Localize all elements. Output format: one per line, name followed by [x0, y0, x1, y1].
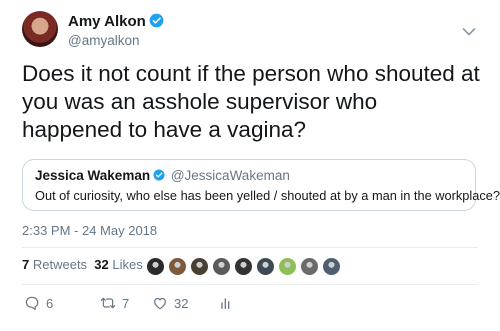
verified-badge-icon [153, 169, 165, 181]
quoted-tweet[interactable]: Jessica Wakeman @JessicaWakeman Out of c… [22, 159, 500, 211]
tweet-timestamp[interactable]: 2:33 PM - 24 May 2018 [22, 223, 157, 238]
quoted-tweet-text: Out of curiosity, who else has been yell… [35, 188, 500, 203]
retweet-icon [100, 297, 116, 309]
author-name-row[interactable]: Amy Alkon [68, 13, 164, 30]
retweets-stat[interactable]: 7 Retweets [22, 257, 87, 272]
chevron-down-icon[interactable] [462, 27, 476, 37]
analytics-icon [221, 298, 230, 309]
quoted-author-name[interactable]: Jessica Wakeman [35, 168, 150, 183]
liker-avatar[interactable] [212, 257, 231, 276]
author-avatar[interactable] [22, 11, 58, 47]
liker-avatar[interactable] [146, 257, 165, 276]
like-button[interactable]: 32 [152, 293, 188, 313]
analytics-button[interactable] [218, 293, 234, 313]
liker-avatar[interactable] [168, 257, 187, 276]
liker-avatar[interactable] [322, 257, 341, 276]
engagement-stats: 7 Retweets 32 Likes [22, 257, 143, 279]
author-name[interactable]: Amy Alkon [68, 13, 146, 30]
liker-avatar[interactable] [190, 257, 209, 276]
heart-icon [154, 297, 166, 310]
retweet-button[interactable]: 7 [100, 293, 129, 313]
retweets-count: 7 [22, 257, 30, 272]
tweet-actions: 6 7 32 [22, 293, 478, 317]
divider [22, 247, 478, 248]
tweet-header: Amy Alkon @amyalkon [22, 11, 482, 55]
likes-count: 32 [94, 257, 109, 272]
liker-avatar[interactable] [300, 257, 319, 276]
divider [22, 284, 478, 285]
quoted-author-handle[interactable]: @JessicaWakeman [171, 168, 290, 183]
tweet-text: Does it not count if the person who shou… [22, 61, 480, 142]
retweets-label: Retweets [32, 257, 88, 272]
reply-icon [25, 296, 39, 310]
liker-avatar[interactable] [278, 257, 297, 276]
reply-count: 6 [46, 295, 54, 311]
liker-avatar[interactable] [234, 257, 253, 276]
like-count: 32 [174, 295, 189, 311]
reply-button[interactable]: 6 [24, 293, 53, 313]
verified-badge-icon [149, 13, 164, 28]
liker-avatar[interactable] [256, 257, 275, 276]
quoted-tweet-header: Jessica Wakeman @JessicaWakeman [35, 168, 290, 183]
likes-label: Likes [112, 257, 143, 272]
author-handle[interactable]: @amyalkon [68, 33, 139, 48]
retweet-count: 7 [122, 295, 130, 311]
likes-stat[interactable]: 32 Likes [94, 257, 142, 272]
